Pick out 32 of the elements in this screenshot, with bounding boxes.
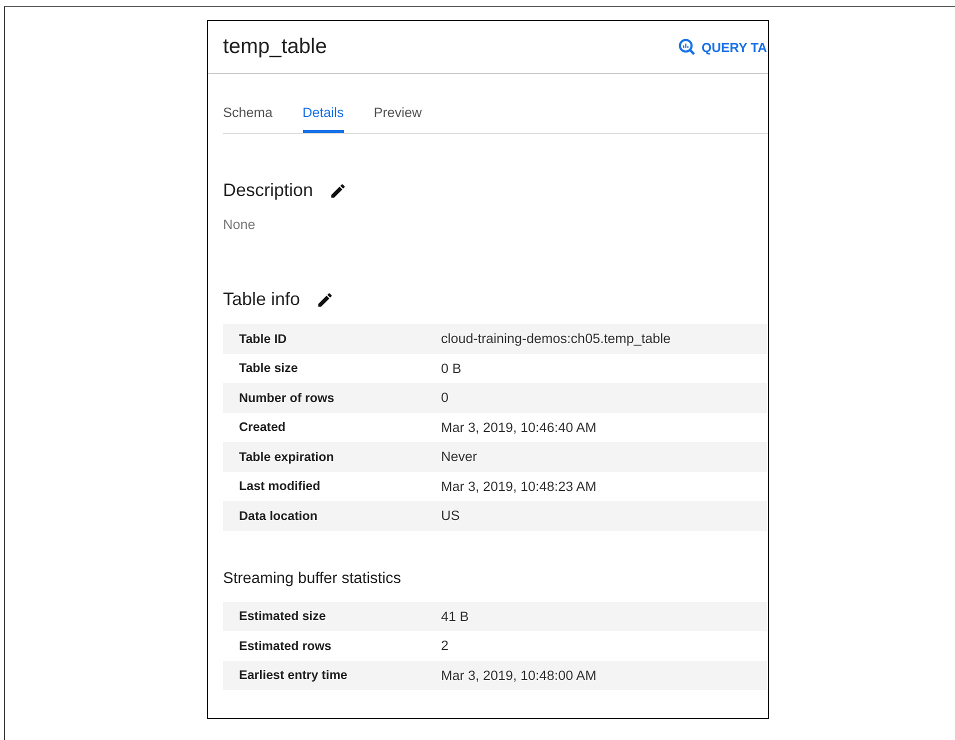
edit-icon[interactable]	[316, 290, 334, 308]
property-label: Table expiration	[238, 450, 335, 464]
property-value: Mar 3, 2019, 10:48:00 AM	[441, 668, 596, 683]
query-icon	[676, 37, 696, 57]
property-value: 41 B	[441, 608, 469, 624]
property-label: Number of rows	[238, 390, 336, 405]
property-value: 2	[441, 638, 449, 654]
property-label: Table ID	[238, 332, 288, 346]
property-value: 0 B	[441, 360, 462, 376]
tab[interactable]: Preview	[374, 105, 422, 133]
property-value: Mar 3, 2019, 10:46:40 AM	[441, 420, 596, 435]
property-value: cloud-training-demos:ch05.temp_table	[441, 331, 671, 346]
tab[interactable]: Details	[302, 105, 344, 133]
property-value: Never	[441, 449, 478, 464]
property-label: Estimated size	[238, 609, 327, 624]
property-label: Earliest entry time	[238, 668, 348, 682]
property-label: Created	[238, 420, 287, 434]
property-label: Data location	[238, 508, 318, 523]
section-heading: Table info	[223, 289, 300, 310]
section-heading: Description	[223, 180, 314, 201]
section-heading: Streaming buffer statistics	[223, 570, 402, 588]
property-label: Estimated rows	[238, 638, 332, 653]
property-value: Mar 3, 2019, 10:48:23 AM	[441, 478, 596, 494]
query-table-button[interactable]: QUERY TA	[670, 37, 767, 57]
edit-icon[interactable]	[329, 182, 348, 200]
property-label: Last modified	[238, 479, 322, 494]
tab[interactable]: Schema	[223, 105, 273, 133]
table-title: temp_table	[223, 35, 327, 59]
property-value: US	[441, 508, 460, 524]
description-text: None	[223, 217, 256, 232]
property-label: Table size	[238, 361, 299, 376]
property-value: 0	[441, 390, 449, 406]
